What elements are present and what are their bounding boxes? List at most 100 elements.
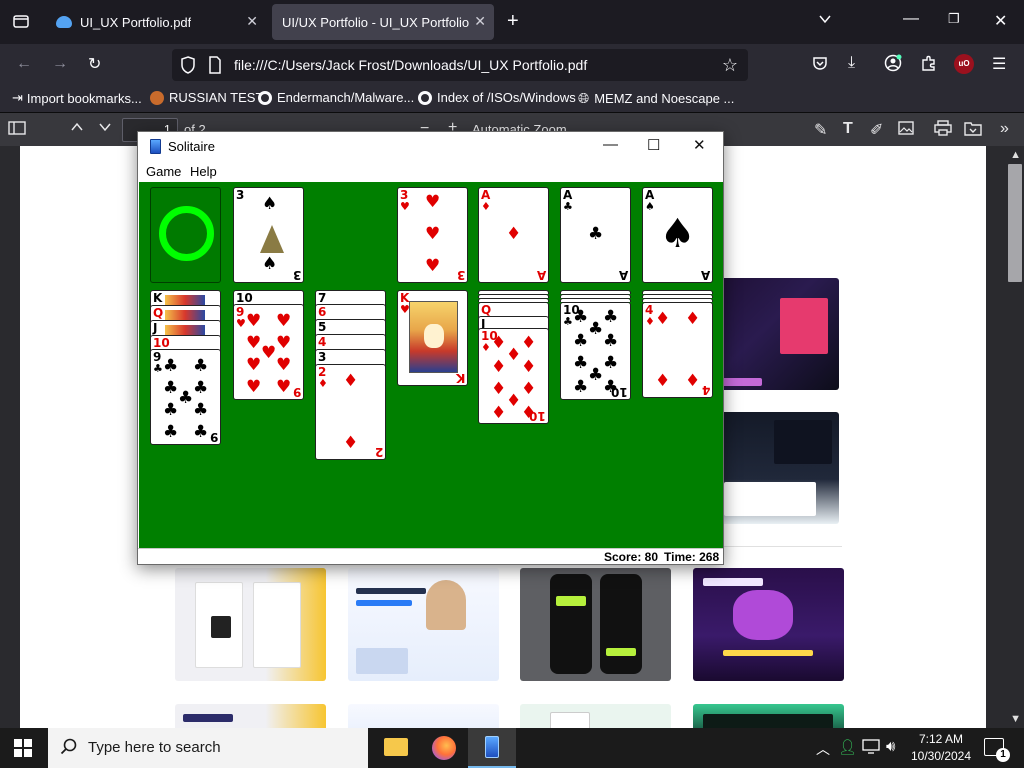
bookmark-russian-test[interactable]: RUSSIAN TEST	[150, 90, 263, 105]
google-icon	[258, 90, 272, 105]
card-suit: ♠	[659, 211, 696, 257]
foundation-diamonds[interactable]: A ♦ ♦ A	[478, 187, 549, 283]
close-tab-icon[interactable]: ✕	[474, 13, 486, 30]
close-window-button[interactable]: ✕	[994, 11, 1007, 31]
ublock-icon[interactable]: uO	[954, 54, 974, 74]
card-suit: ♣	[563, 315, 573, 328]
foundation-clubs[interactable]: A ♣ ♣ A	[560, 187, 631, 283]
card-rank: 10	[611, 385, 628, 399]
text-tool-icon[interactable]: T	[843, 120, 853, 138]
globe-icon: 🌐︎	[578, 90, 590, 106]
nav-bar: ← → ↻ file:///C:/Users/Jack Frost/Downlo…	[0, 44, 1024, 86]
card-suit: ♣	[603, 331, 619, 351]
highlight-icon[interactable]: ✎	[814, 120, 827, 140]
save-icon[interactable]	[964, 120, 982, 141]
previous-page-icon[interactable]	[70, 120, 84, 139]
close-tab-icon[interactable]: ✕	[246, 13, 258, 30]
taskbar-search[interactable]: Type here to search	[48, 728, 368, 768]
scroll-up-arrow-icon[interactable]: ▲	[1010, 149, 1021, 161]
card-rank: K	[153, 291, 163, 305]
tableau-top-card[interactable]: 9 ♣ ♣ ♣ ♣ ♣ ♣ ♣ ♣ ♣ ♣ 9	[150, 349, 221, 445]
draw-icon[interactable]: ✐	[870, 120, 883, 140]
maximize-button[interactable]: ☐	[647, 136, 660, 154]
card-rank: K	[455, 371, 465, 385]
chevron-up-icon[interactable]: ︿	[816, 739, 830, 759]
minimize-button[interactable]: —	[603, 136, 618, 153]
tab-portfolio[interactable]: UI_UX Portfolio.pdf ✕	[44, 4, 266, 40]
card-suit: ♣	[163, 378, 179, 398]
url-bar[interactable]: file:///C:/Users/Jack Frost/Downloads/UI…	[172, 49, 748, 81]
firefox-button[interactable]	[420, 728, 468, 768]
forward-arrow-icon[interactable]: →	[52, 55, 68, 73]
minimize-window-button[interactable]: —	[903, 10, 919, 28]
windows-start-icon[interactable]	[14, 739, 32, 762]
solitaire-app-icon	[150, 139, 161, 154]
foundation-hearts[interactable]: 3 ♥ ♥ ♥ ♥ 3	[397, 187, 468, 283]
menu-help[interactable]: Help	[190, 164, 217, 179]
menu-game[interactable]: Game	[146, 164, 181, 179]
network-icon[interactable]	[862, 738, 880, 759]
card-suit: ♣	[153, 362, 163, 375]
close-button[interactable]: ✕	[693, 136, 706, 154]
card-rank: 9	[209, 430, 218, 444]
tableau-top-card[interactable]: 10 ♦ ♦ ♦ ♦ ♦ ♦ ♦ ♦ ♦ ♦ ♦ 10	[478, 328, 549, 424]
card-suit: ♦	[491, 333, 507, 353]
tools-chevron-icon[interactable]: »	[1000, 120, 1009, 138]
reload-icon[interactable]: ↻	[88, 54, 101, 74]
folder-icon	[384, 738, 408, 756]
card-suit: ♦	[318, 377, 328, 390]
new-tab-button[interactable]: +	[507, 10, 519, 33]
tab-bar: UI_UX Portfolio.pdf ✕ UI/UX Portfolio - …	[0, 0, 1024, 44]
menu-hamburger-icon[interactable]: ☰	[992, 54, 1006, 74]
portfolio-thumbnail	[704, 412, 839, 524]
next-page-icon[interactable]	[98, 120, 112, 139]
print-icon[interactable]	[934, 120, 952, 141]
portfolio-thumbnail	[348, 704, 499, 728]
clock[interactable]: 7:12 AM 10/30/2024	[906, 731, 976, 765]
sidebar-toggle-icon[interactable]	[8, 120, 26, 141]
user-status-icon[interactable]: 👤︎	[838, 738, 857, 756]
shield-icon[interactable]	[180, 56, 196, 77]
file-explorer-button[interactable]	[372, 728, 420, 768]
image-icon[interactable]	[898, 120, 914, 141]
vertical-scrollbar[interactable]: ▲ ▼	[1006, 146, 1024, 728]
tab-list-icon[interactable]	[12, 12, 30, 35]
extensions-icon[interactable]	[920, 54, 938, 77]
stock-pile[interactable]	[150, 187, 221, 283]
card-suit: ♣	[573, 377, 589, 397]
card-suit: ♦	[506, 345, 522, 365]
tableau-top-card[interactable]: 2 ♦ ♦ ♦ 2	[315, 364, 386, 460]
account-icon[interactable]	[884, 54, 902, 77]
waste-card[interactable]: 3 ♠ ♠ 3	[233, 187, 304, 283]
tab-portfolio-active[interactable]: UI/UX Portfolio - UI_UX Portfolio.pdf ✕	[272, 4, 494, 40]
card-suit: ♦	[506, 391, 522, 411]
bookmark-isos[interactable]: Index of /ISOs/Windows	[418, 90, 576, 105]
foundation-spades[interactable]: A ♠ ♠ A	[642, 187, 713, 283]
scroll-thumb[interactable]	[1008, 164, 1022, 282]
tableau-top-card[interactable]: 10 ♣ ♣ ♣ ♣ ♣ ♣ ♣ ♣ ♣ ♣ ♣ 10	[560, 302, 631, 400]
tableau-top-card[interactable]: K ♥ K	[397, 290, 468, 386]
downloads-icon[interactable]: ⤓	[848, 54, 855, 72]
card-rank: 3	[292, 268, 301, 282]
card-suit: ♠	[262, 254, 278, 274]
bookmark-memz[interactable]: 🌐︎ MEMZ and Noescape ...	[578, 90, 734, 107]
volume-icon[interactable]: 🔊︎	[886, 738, 895, 755]
solitaire-taskbar-button[interactable]	[468, 728, 516, 768]
scroll-down-arrow-icon[interactable]: ▼	[1010, 713, 1021, 725]
window-title: Solitaire	[168, 139, 215, 154]
card-suit: ♣	[193, 422, 209, 442]
card-rank: Q	[153, 306, 164, 320]
pocket-icon[interactable]	[812, 55, 828, 76]
tableau-top-card[interactable]: 4 ♦ ♦ ♦ ♦ ♦ 4	[642, 302, 713, 398]
bookmark-star-icon[interactable]: ☆	[722, 55, 738, 76]
back-arrow-icon[interactable]: ←	[16, 55, 32, 73]
solitaire-title-bar[interactable]: Solitaire — ☐ ✕	[138, 132, 723, 162]
bookmark-import[interactable]: ⇥ Import bookmarks...	[12, 90, 142, 106]
bookmark-endermanch[interactable]: Endermanch/Malware...	[258, 90, 414, 105]
tableau-top-card[interactable]: 9 ♥ ♥ ♥ ♥ ♥ ♥ ♥ ♥ ♥ ♥ 9	[233, 304, 304, 400]
card-suit: ♣	[163, 422, 179, 442]
portfolio-thumbnail	[520, 704, 671, 728]
card-suit: ♥	[276, 333, 292, 353]
chevron-down-icon[interactable]	[818, 12, 832, 31]
restore-window-button[interactable]: ❐	[948, 11, 960, 27]
